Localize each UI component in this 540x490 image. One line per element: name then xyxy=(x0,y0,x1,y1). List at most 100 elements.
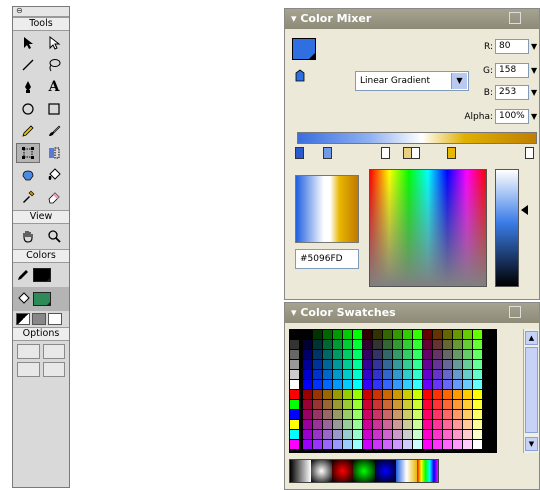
scale-option-icon[interactable] xyxy=(42,344,65,359)
pencil-tool[interactable] xyxy=(16,121,40,141)
swatch xyxy=(433,400,442,409)
swatch xyxy=(313,370,322,379)
color-swatches-titlebar[interactable]: ▾ Color Swatches xyxy=(285,303,539,323)
close-icon[interactable]: ⊖ xyxy=(16,6,23,15)
oval-tool[interactable] xyxy=(16,99,40,119)
color-mixer-panel: ▾ Color Mixer Linear Gradient ▼ R: 80 ▼ … xyxy=(284,8,540,300)
gradient-swatch[interactable] xyxy=(311,460,333,482)
swatch xyxy=(433,340,442,349)
swatch xyxy=(373,330,382,339)
color-spectrum[interactable] xyxy=(369,169,487,287)
gradient-swatch[interactable] xyxy=(416,460,438,482)
default-colors-icon[interactable] xyxy=(16,313,30,325)
gradient-swatch[interactable] xyxy=(374,460,396,482)
arrow-tool[interactable] xyxy=(16,33,40,53)
gradient-swatches[interactable] xyxy=(289,459,439,483)
swatch xyxy=(333,380,342,389)
envelope-option-icon[interactable] xyxy=(42,362,65,377)
lasso-tool[interactable] xyxy=(42,55,66,75)
line-tool[interactable] xyxy=(16,55,40,75)
zoom-tool[interactable] xyxy=(42,226,66,246)
swatch xyxy=(423,340,432,349)
ink-bottle-tool[interactable] xyxy=(16,165,40,185)
text-tool[interactable]: A xyxy=(42,77,66,97)
panel-grip[interactable]: ⊖ xyxy=(13,6,69,17)
brush-tool[interactable] xyxy=(42,121,66,141)
swatch-grid[interactable] xyxy=(289,329,497,453)
swatch xyxy=(433,440,442,449)
swatch xyxy=(393,420,402,429)
fill-color-row xyxy=(13,287,69,311)
rotate-option-icon[interactable] xyxy=(17,344,40,359)
fill-color-chip[interactable] xyxy=(33,292,51,306)
swatch xyxy=(333,340,342,349)
red-dropdown-icon[interactable]: ▼ xyxy=(531,42,537,51)
green-input[interactable]: 158 xyxy=(495,63,529,78)
rectangle-tool[interactable] xyxy=(42,99,66,119)
paint-bucket-tool[interactable] xyxy=(42,165,66,185)
swatch xyxy=(363,360,372,369)
swatch-scrollbar[interactable]: ▲ ▼ xyxy=(523,329,539,453)
hand-tool[interactable] xyxy=(16,226,40,246)
swatch xyxy=(290,330,299,339)
stroke-color-chip[interactable] xyxy=(33,268,51,282)
swatch xyxy=(383,350,392,359)
swatch xyxy=(303,370,312,379)
panel-menu-icon[interactable] xyxy=(509,306,521,318)
alpha-dropdown-icon[interactable]: ▼ xyxy=(531,112,537,121)
gradient-swatch[interactable] xyxy=(332,460,354,482)
subselect-tool[interactable] xyxy=(42,33,66,53)
scroll-down-icon[interactable]: ▼ xyxy=(525,437,538,451)
brightness-slider[interactable] xyxy=(495,169,519,287)
gradient-swatch[interactable] xyxy=(353,460,375,482)
swatch xyxy=(463,390,472,399)
swatch xyxy=(343,440,352,449)
distort-option-icon[interactable] xyxy=(17,362,40,377)
brightness-arrow-icon[interactable] xyxy=(521,205,528,215)
eraser-tool[interactable] xyxy=(42,187,66,207)
alpha-input[interactable]: 100% xyxy=(495,109,529,124)
no-color-icon[interactable] xyxy=(32,313,46,325)
swatch xyxy=(343,390,352,399)
swap-colors-icon[interactable] xyxy=(48,313,62,325)
swatch xyxy=(403,410,412,419)
scroll-thumb[interactable] xyxy=(525,347,538,433)
pen-tool[interactable] xyxy=(16,77,40,97)
gradient-pointer[interactable] xyxy=(381,147,390,159)
swatch xyxy=(383,430,392,439)
gradient-pointer[interactable] xyxy=(323,147,332,159)
blue-input[interactable]: 253 xyxy=(495,85,529,100)
eyedropper-tool[interactable] xyxy=(16,187,40,207)
scroll-up-icon[interactable]: ▲ xyxy=(525,331,538,345)
fill-color-button[interactable] xyxy=(292,38,316,60)
gradient-pointer[interactable] xyxy=(447,147,456,159)
swatch xyxy=(413,420,422,429)
gradient-pointer[interactable] xyxy=(525,147,534,159)
swatch xyxy=(363,370,372,379)
gradient-pointer[interactable] xyxy=(295,147,304,159)
fill-style-dropdown[interactable]: Linear Gradient ▼ xyxy=(355,71,469,91)
swatch xyxy=(453,360,462,369)
swatch xyxy=(323,440,332,449)
blue-dropdown-icon[interactable]: ▼ xyxy=(531,88,537,97)
panel-menu-icon[interactable] xyxy=(509,12,521,24)
gradient-swatch[interactable] xyxy=(290,460,312,482)
gradient-pointer[interactable] xyxy=(411,147,420,159)
hex-value-input[interactable]: #5096FD xyxy=(295,249,359,269)
swatch xyxy=(433,370,442,379)
color-mixer-titlebar[interactable]: ▾ Color Mixer xyxy=(285,9,539,29)
gradient-swatch[interactable] xyxy=(395,460,417,482)
swatch xyxy=(393,380,402,389)
collapse-arrow-icon[interactable]: ▾ xyxy=(291,306,300,319)
gradient-definition-bar[interactable] xyxy=(297,132,537,144)
free-transform-tool[interactable] xyxy=(16,143,40,163)
swatch xyxy=(353,400,362,409)
red-input[interactable]: 80 xyxy=(495,39,529,54)
fill-transform-tool[interactable] xyxy=(42,143,66,163)
swatch xyxy=(343,380,352,389)
swatch xyxy=(373,410,382,419)
swatch xyxy=(363,420,372,429)
collapse-arrow-icon[interactable]: ▾ xyxy=(291,12,300,25)
swatch xyxy=(423,390,432,399)
green-dropdown-icon[interactable]: ▼ xyxy=(531,66,537,75)
